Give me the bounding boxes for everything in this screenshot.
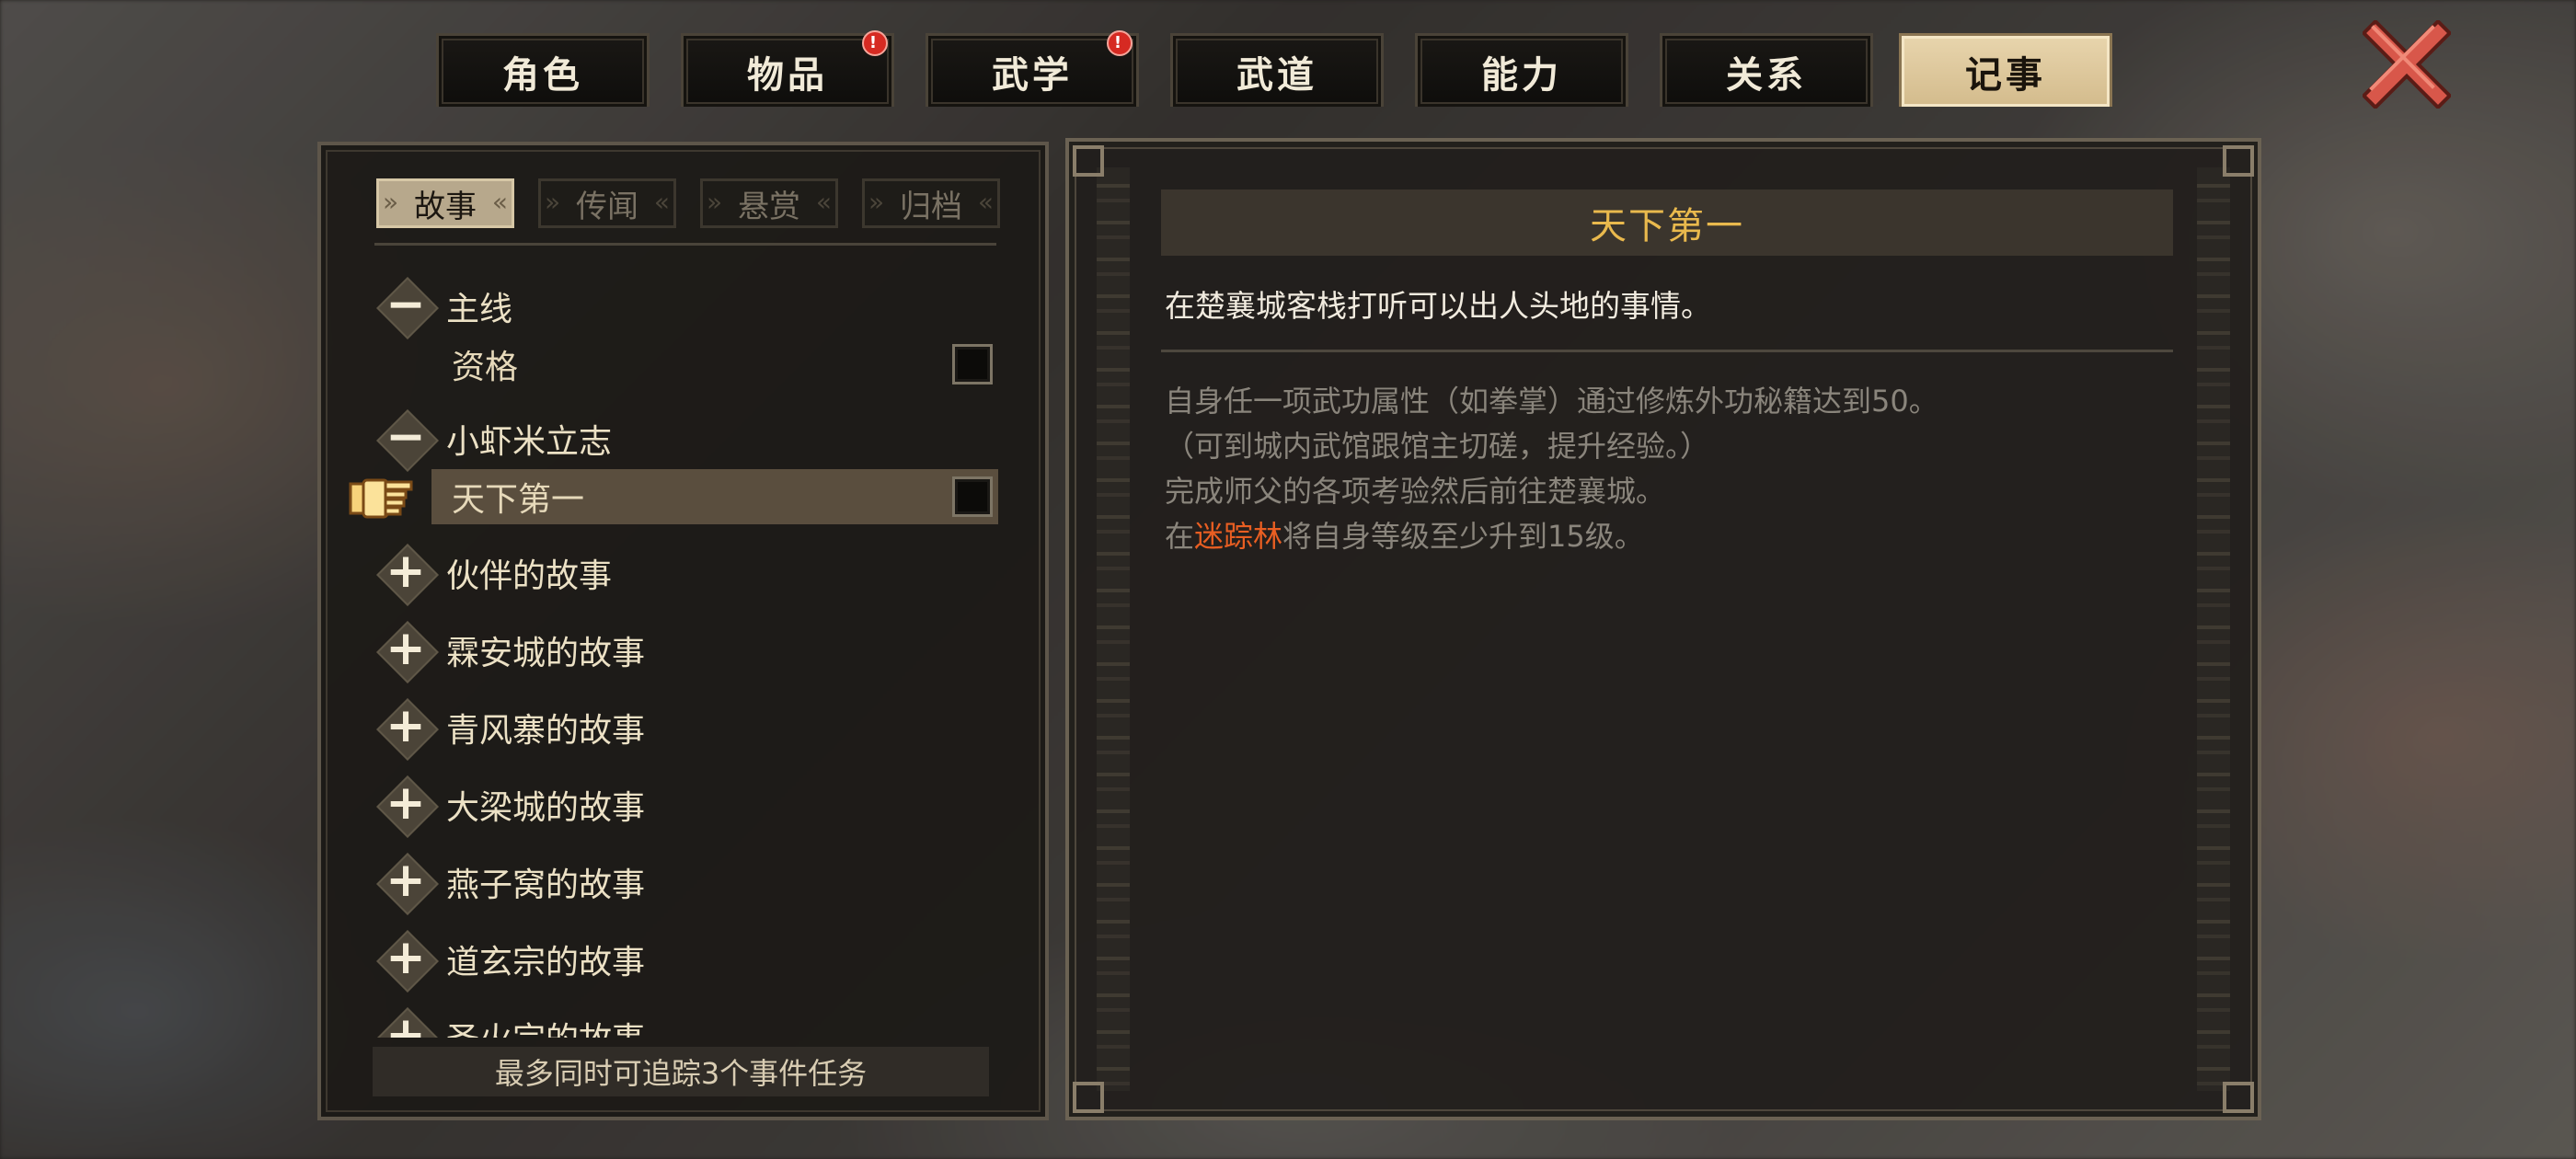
tab-label: 武学 [992,53,1073,97]
category-xiaoxiami[interactable]: − 小虾米立志 [376,407,613,472]
tab-label: 能力 [1481,53,1562,97]
category-yanziwo[interactable]: + 燕子窝的故事 [376,850,646,915]
track-checkbox[interactable] [952,344,993,384]
tab-relations[interactable]: 关系 [1660,33,1873,107]
corner-ornament [1073,145,1104,177]
condition-line: （可到城内武馆跟馆主切磋，提升经验。） [1165,429,1710,464]
subtab-label: 传闻 [576,188,638,225]
tab-martial-way[interactable]: 武道 [1170,33,1384,107]
category-label: 伙伴的故事 [446,557,613,595]
subtab-archive[interactable]: 归档 [862,178,1000,228]
category-label: 青风寨的故事 [446,712,646,750]
category-label: 燕子窝的故事 [446,866,646,904]
category-label: 道玄宗的故事 [446,944,646,981]
quest-label: 资格 [452,349,519,386]
quest-list-panel: 故事 传闻 悬赏 归档 − 主线 资格 − 小虾米立志 天下第一 [317,142,1049,1120]
quest-detail-panel: 天下第一 在楚襄城客栈打听可以出人头地的事情。 自身任一项武功属性（如拳掌）通过… [1065,138,2261,1120]
quest-item-zige[interactable]: 资格 [431,337,998,392]
tab-items[interactable]: 物品! [681,30,894,107]
close-button[interactable] [2361,18,2453,110]
category-label: 霖安城的故事 [446,635,646,672]
condition-line: 在迷踪林将自身等级至少升到15级。 [1165,514,1938,559]
corner-ornament [1073,1082,1104,1113]
quest-tree: − 主线 资格 − 小虾米立志 天下第一 + 伙伴的故事 + 霖安城的故事 + … [321,274,1045,1038]
category-daliang[interactable]: + 大梁城的故事 [376,773,646,838]
corner-ornament [2223,1082,2254,1113]
tab-label: 武道 [1236,53,1317,97]
quest-description: 在楚襄城客栈打听可以出人头地的事情。 [1165,288,1711,324]
track-checkbox[interactable] [952,476,993,517]
tab-journal[interactable]: 记事 [1899,33,2112,107]
alert-badge-icon: ! [1107,30,1133,56]
expand-icon[interactable]: + [376,698,439,761]
category-label: 主线 [446,291,513,328]
condition-line: 完成师父的各项考验然后前往楚襄城。 [1165,474,1666,509]
expand-icon[interactable]: + [376,930,439,993]
collapse-icon[interactable]: − [376,409,439,472]
category-huoban[interactable]: + 伙伴的故事 [376,541,613,606]
location-link[interactable]: 迷踪林 [1194,519,1282,554]
subtab-rumors[interactable]: 传闻 [538,178,676,228]
expand-icon[interactable]: + [376,544,439,606]
close-x-icon [2361,18,2453,110]
category-label: 小虾米立志 [446,423,613,461]
main-tab-bar: 角色 物品! 武学! 武道 能力 关系 记事 [0,0,2576,109]
condition-prefix: 在 [1165,519,1195,554]
tracking-limit-note: 最多同时可追踪3个事件任务 [373,1047,989,1096]
tab-abilities[interactable]: 能力 [1415,33,1628,107]
category-label: 大梁城的故事 [446,789,646,827]
condition-suffix: 将自身等级至少升到15级。 [1282,519,1644,554]
category-qingfeng[interactable]: + 青风寨的故事 [376,695,646,761]
quest-conditions: 自身任一项武功属性（如拳掌）通过修炼外功秘籍达到50。 （可到城内武馆跟馆主切磋… [1165,379,1938,559]
subtab-label: 悬赏 [738,188,800,225]
pointing-hand-icon [349,478,413,519]
corner-ornament [2223,145,2254,177]
quest-title: 天下第一 [1161,189,2173,256]
detail-divider [1161,350,2173,352]
tab-martial-arts[interactable]: 武学! [926,30,1139,107]
subtab-divider [374,243,996,246]
fret-border-decoration [2197,167,2230,1091]
subtab-bounties[interactable]: 悬赏 [700,178,838,228]
expand-icon[interactable]: + [376,775,439,838]
quest-label: 天下第一 [452,481,585,519]
collapse-icon[interactable]: − [376,277,439,339]
category-linan[interactable]: + 霖安城的故事 [376,618,645,683]
category-main[interactable]: − 主线 [376,274,512,339]
fret-border-decoration [1097,167,1130,1091]
category-daoxuan[interactable]: + 道玄宗的故事 [376,927,646,993]
tab-label: 关系 [1726,53,1807,97]
alert-badge-icon: ! [862,30,888,56]
expand-icon[interactable]: + [376,1007,439,1038]
category-shenghuo[interactable]: + 圣火宗的故事 [376,1004,645,1038]
condition-line: 自身任一项武功属性（如拳掌）通过修炼外功秘籍达到50。 [1165,384,1938,419]
tab-character[interactable]: 角色 [436,33,650,107]
expand-icon[interactable]: + [376,621,439,683]
subtab-stories[interactable]: 故事 [376,178,514,228]
subtab-label: 故事 [414,188,477,225]
category-label: 圣火宗的故事 [446,1013,645,1038]
tab-label: 记事 [1965,53,2046,97]
quest-item-tianxia-selected[interactable]: 天下第一 [431,469,998,524]
expand-icon[interactable]: + [376,853,439,915]
tab-label: 物品 [747,53,828,97]
tab-label: 角色 [502,53,583,97]
subtab-label: 归档 [900,188,962,225]
